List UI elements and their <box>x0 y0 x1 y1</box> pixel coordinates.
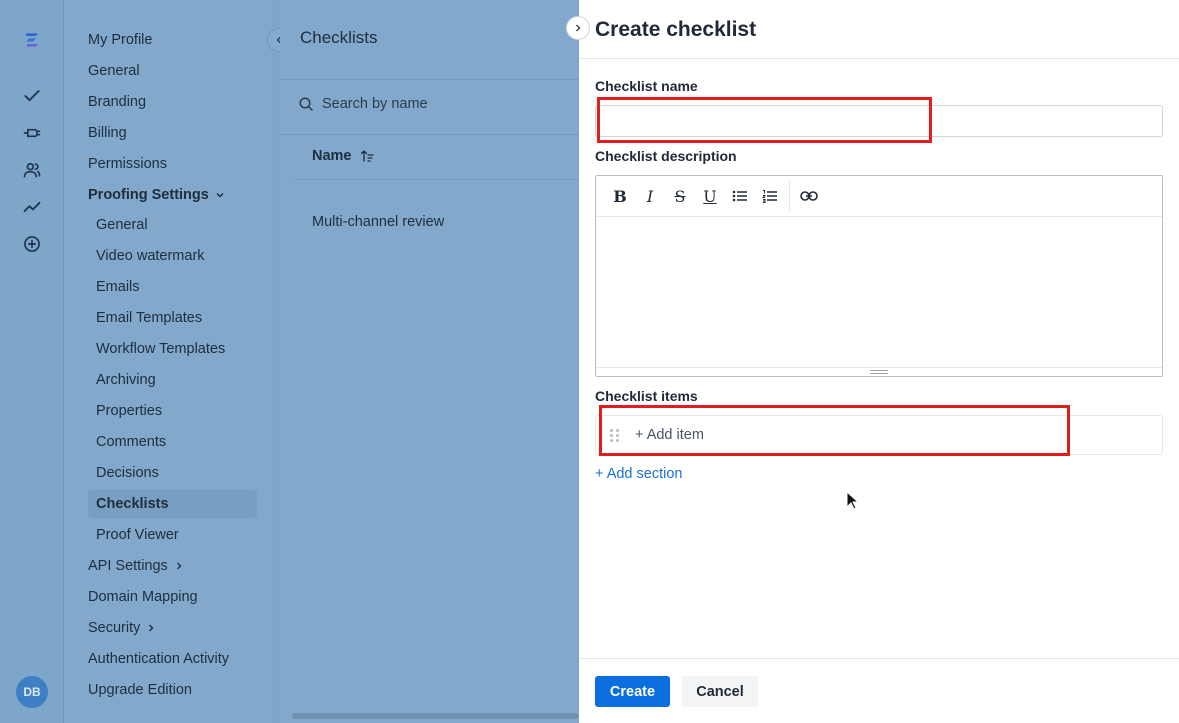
nav-divider[interactable] <box>272 0 280 723</box>
app-logo-icon[interactable] <box>20 28 44 52</box>
nav-item-branding[interactable]: Branding <box>88 88 146 116</box>
nav-item-proofing-general[interactable]: General <box>96 211 148 239</box>
nav-item-security[interactable]: Security <box>88 614 156 642</box>
table-row[interactable]: Multi-channel review <box>312 214 444 230</box>
editor-toolbar: B I S U <box>596 176 1162 217</box>
nav-item-upgrade-edition[interactable]: Upgrade Edition <box>88 676 192 704</box>
add-circle-icon[interactable] <box>20 232 44 256</box>
icon-rail: DB <box>0 0 64 723</box>
nav-item-label: Proofing Settings <box>88 187 209 203</box>
nav-item-authentication-activity[interactable]: Authentication Activity <box>88 645 229 673</box>
nav-item-email-templates[interactable]: Email Templates <box>96 304 202 332</box>
checklists-page: Checklists Search by name Name Multi-cha… <box>280 0 579 723</box>
nav-item-archiving[interactable]: Archiving <box>96 366 156 394</box>
nav-item-comments[interactable]: Comments <box>96 428 166 456</box>
link-icon <box>800 191 818 201</box>
numbered-list-icon <box>762 190 777 203</box>
nav-item-label: API Settings <box>88 558 168 574</box>
checklist-items-label: Checklist items <box>595 388 698 404</box>
nav-item-proof-viewer[interactable]: Proof Viewer <box>96 521 179 549</box>
divider <box>280 79 579 80</box>
chevron-right-icon <box>576 24 581 32</box>
column-header-name[interactable]: Name <box>312 148 374 164</box>
checklist-name-input[interactable] <box>595 105 1163 137</box>
cancel-button[interactable]: Cancel <box>682 676 758 707</box>
drag-handle-icon[interactable] <box>610 428 620 442</box>
nav-item-billing[interactable]: Billing <box>88 119 127 147</box>
avatar[interactable]: DB <box>16 676 48 708</box>
create-button[interactable]: Create <box>595 676 670 707</box>
page-title: Checklists <box>300 28 378 47</box>
divider <box>579 58 1179 59</box>
horizontal-scrollbar[interactable] <box>292 713 579 719</box>
bullet-list-icon <box>732 190 747 202</box>
numbered-list-button[interactable] <box>755 181 785 211</box>
column-header-label: Name <box>312 148 352 164</box>
description-editor: B I S U <box>595 175 1163 377</box>
link-button[interactable] <box>794 181 824 211</box>
chevron-down-icon <box>216 193 224 198</box>
bullet-list-button[interactable] <box>725 181 755 211</box>
strikethrough-button[interactable]: S <box>665 181 695 211</box>
drawer-title: Create checklist <box>595 18 757 41</box>
nav-item-domain-mapping[interactable]: Domain Mapping <box>88 583 198 611</box>
check-icon[interactable] <box>20 84 44 108</box>
divider <box>280 134 579 135</box>
settings-nav: My Profile General Branding Billing Perm… <box>64 0 272 723</box>
checklist-item-row: + Add item <box>595 415 1163 455</box>
users-icon[interactable] <box>20 158 44 182</box>
add-section-link[interactable]: + Add section <box>595 466 682 482</box>
toolbar-separator <box>789 181 790 211</box>
editor-resize-handle[interactable] <box>596 367 1162 376</box>
search-icon <box>299 97 313 111</box>
trend-icon[interactable] <box>20 195 44 219</box>
nav-item-decisions[interactable]: Decisions <box>96 459 159 487</box>
description-text-area[interactable] <box>596 217 1162 367</box>
underline-button[interactable]: U <box>695 181 725 211</box>
checklist-description-label: Checklist description <box>595 148 737 164</box>
close-drawer-button[interactable] <box>566 16 590 40</box>
chevron-right-icon <box>149 624 154 632</box>
bold-button[interactable]: B <box>605 181 635 211</box>
nav-item-properties[interactable]: Properties <box>96 397 162 425</box>
nav-item-workflow-templates[interactable]: Workflow Templates <box>96 335 225 363</box>
checklist-name-label: Checklist name <box>595 78 698 94</box>
plug-icon[interactable] <box>20 121 44 145</box>
nav-item-emails[interactable]: Emails <box>96 273 140 301</box>
nav-item-proofing-settings[interactable]: Proofing Settings <box>88 181 225 209</box>
nav-item-general[interactable]: General <box>88 57 140 85</box>
nav-item-label: Security <box>88 620 141 636</box>
nav-item-permissions[interactable]: Permissions <box>88 150 167 178</box>
divider <box>579 658 1179 659</box>
sort-icon <box>360 150 374 162</box>
divider <box>294 179 579 180</box>
search-input[interactable]: Search by name <box>298 96 428 112</box>
search-placeholder: Search by name <box>322 96 428 112</box>
italic-button[interactable]: I <box>635 181 665 211</box>
add-item-button[interactable]: + Add item <box>635 427 704 443</box>
nav-item-video-watermark[interactable]: Video watermark <box>96 242 205 270</box>
create-checklist-drawer: Create checklist Checklist name Checklis… <box>579 0 1179 723</box>
mouse-cursor-icon <box>846 491 860 510</box>
chevron-right-icon <box>176 562 182 570</box>
nav-item-api-settings[interactable]: API Settings <box>88 552 184 580</box>
nav-item-my-profile[interactable]: My Profile <box>88 26 152 54</box>
nav-item-checklists[interactable]: Checklists <box>88 490 257 518</box>
